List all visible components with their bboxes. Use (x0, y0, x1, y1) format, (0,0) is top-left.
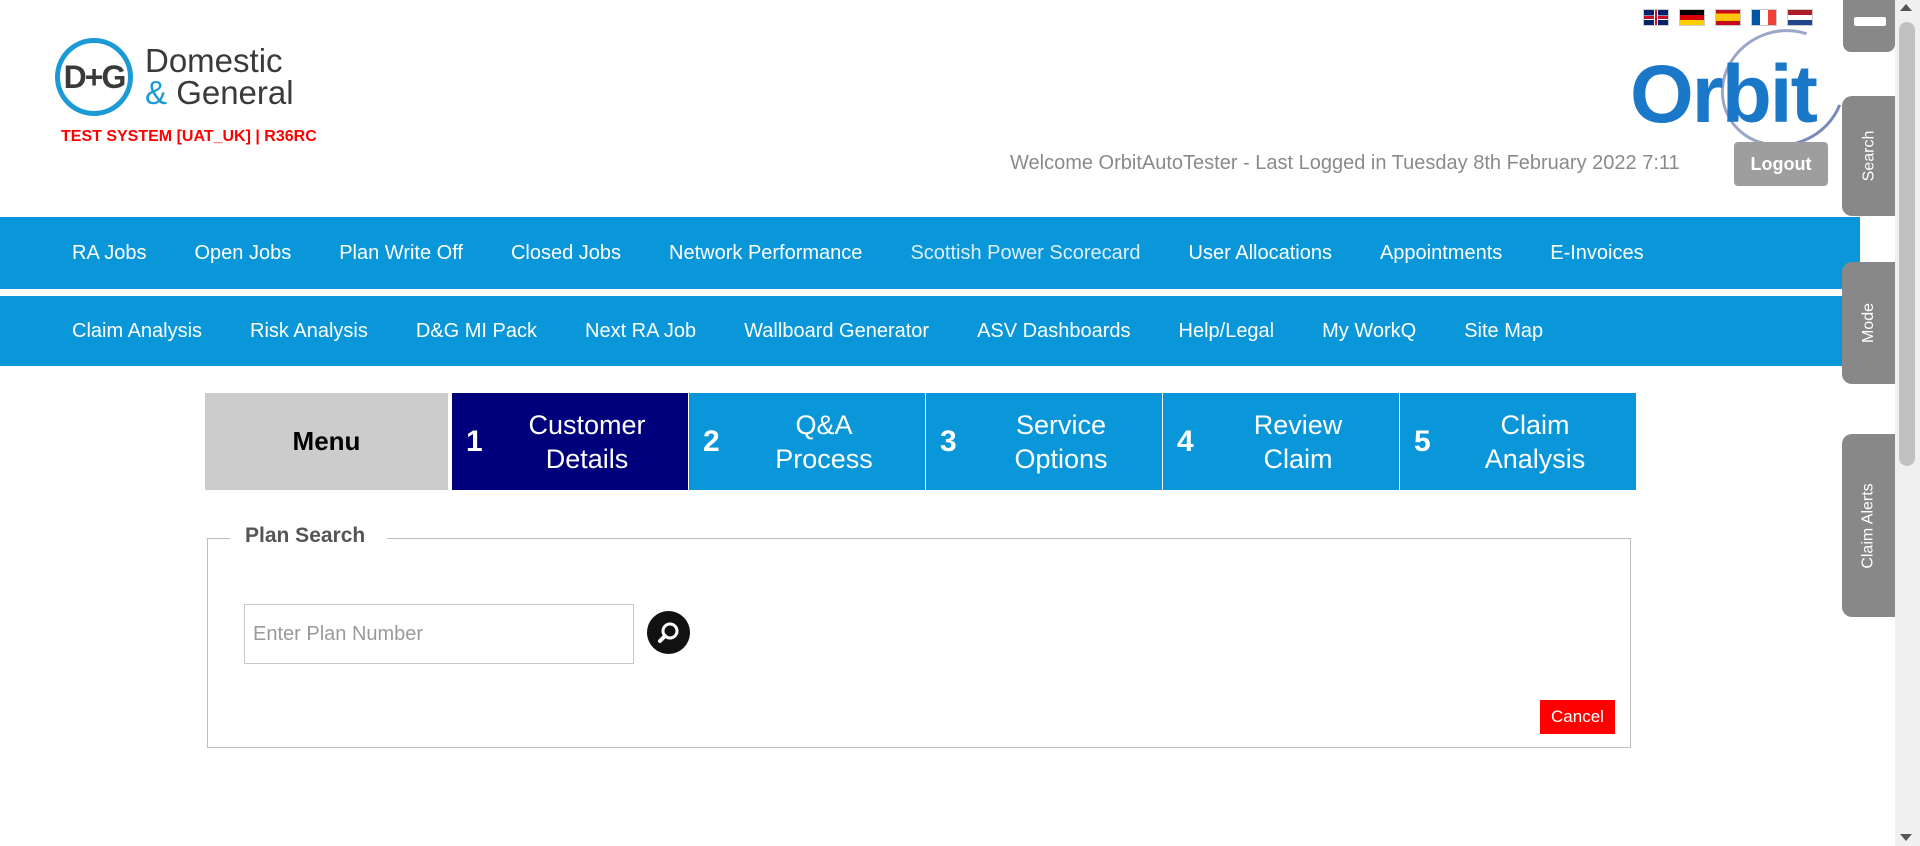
scroll-up-icon[interactable] (1900, 4, 1912, 11)
step-label: Service Options (980, 408, 1162, 476)
dg-logo-text: Domestic & General (145, 42, 294, 111)
side-tab-label: Mode (1860, 302, 1877, 344)
flag-uk-icon[interactable] (1643, 9, 1669, 26)
step-label: Customer Details (506, 408, 688, 476)
logout-button[interactable]: Logout (1734, 142, 1828, 186)
scroll-down-icon[interactable] (1900, 834, 1912, 841)
side-tab-label: Search (1859, 130, 1877, 182)
step-number: 2 (703, 424, 720, 458)
step-number: 5 (1414, 424, 1431, 458)
language-flags (1643, 9, 1813, 26)
step-label: Q&A Process (743, 408, 925, 476)
nav-user-allocations[interactable]: User Allocations (1189, 242, 1332, 265)
step-label-line2: Details (545, 443, 629, 474)
flag-es-icon[interactable] (1715, 9, 1741, 26)
nav-ra-jobs[interactable]: RA Jobs (72, 242, 146, 265)
side-panel-toggle[interactable] (1843, 0, 1895, 52)
step-number: 4 (1177, 424, 1194, 458)
step-label-line2: Claim (1263, 443, 1333, 474)
step-label: Review Claim (1217, 408, 1399, 476)
nav-my-workq[interactable]: My WorkQ (1322, 320, 1416, 343)
logo-line-2-text: General (176, 74, 294, 111)
step-label-line2: Options (1014, 443, 1108, 474)
nav-asv-dashboards[interactable]: ASV Dashboards (977, 320, 1130, 343)
step-number: 1 (466, 424, 483, 458)
wizard-steps: Menu 1 Customer Details 2 Q&A Process 3 Se… (205, 393, 1637, 490)
minimize-icon (1854, 17, 1886, 26)
nav-e-invoices[interactable]: E-Invoices (1550, 242, 1643, 265)
plan-number-input[interactable] (244, 604, 634, 664)
nav-help-legal[interactable]: Help/Legal (1179, 320, 1275, 343)
step-qa-process[interactable]: 2 Q&A Process (689, 393, 925, 490)
primary-nav: RA Jobs Open Jobs Plan Write Off Closed … (0, 217, 1860, 289)
side-tab-mode[interactable]: Mode (1842, 262, 1896, 384)
step-label: Claim Analysis (1454, 408, 1636, 476)
side-tab-claim-alerts[interactable]: Claim Alerts (1842, 434, 1896, 617)
side-tab-label: Claim Alerts (1860, 482, 1878, 569)
search-icon (657, 622, 678, 643)
step-customer-details[interactable]: 1 Customer Details (452, 393, 688, 490)
nav-open-jobs[interactable]: Open Jobs (194, 242, 291, 265)
flag-fr-icon[interactable] (1751, 9, 1777, 26)
secondary-nav: Claim Analysis Risk Analysis D&G MI Pack… (0, 296, 1860, 366)
step-label-line1: Review (1253, 409, 1343, 440)
logo-line-1: Domestic (145, 42, 283, 79)
menu-button[interactable]: Menu (205, 393, 448, 490)
step-label-line1: Service (1015, 409, 1107, 440)
nav-network-performance[interactable]: Network Performance (669, 242, 862, 265)
dg-logo-mark: D+G (55, 38, 133, 116)
side-tab-search[interactable]: Search (1842, 96, 1896, 216)
step-label-line1: Q&A (795, 409, 853, 440)
nav-closed-jobs[interactable]: Closed Jobs (511, 242, 621, 265)
test-system-label: TEST SYSTEM [UAT_UK] | R36RC (61, 128, 317, 145)
nav-wallboard-generator[interactable]: Wallboard Generator (744, 320, 929, 343)
cancel-button[interactable]: Cancel (1540, 700, 1615, 734)
step-number: 3 (940, 424, 957, 458)
nav-dg-mi-pack[interactable]: D&G MI Pack (416, 320, 537, 343)
nav-risk-analysis[interactable]: Risk Analysis (250, 320, 368, 343)
nav-site-map[interactable]: Site Map (1464, 320, 1543, 343)
step-claim-analysis[interactable]: 5 Claim Analysis (1400, 393, 1636, 490)
plan-search-legend: Plan Search (230, 524, 388, 548)
welcome-message: Welcome OrbitAutoTester - Last Logged in… (1010, 152, 1680, 174)
nav-appointments[interactable]: Appointments (1380, 242, 1502, 265)
nav-claim-analysis[interactable]: Claim Analysis (72, 320, 202, 343)
step-label-line1: Claim (1500, 409, 1570, 440)
flag-nl-icon[interactable] (1787, 9, 1813, 26)
logo-line-2: & General (145, 74, 294, 111)
scrollbar-thumb[interactable] (1899, 22, 1915, 466)
step-review-claim[interactable]: 4 Review Claim (1163, 393, 1399, 490)
logo-amp: & (145, 74, 168, 111)
orbit-logo: Orbit (1630, 49, 1818, 140)
step-label-line1: Customer (528, 409, 646, 440)
nav-scottish-power-scorecard[interactable]: Scottish Power Scorecard (910, 242, 1140, 265)
dg-logo[interactable]: D+G Domestic & General (55, 38, 294, 116)
plan-search-button[interactable] (647, 611, 690, 654)
step-label-line2: Process (775, 443, 873, 474)
flag-de-icon[interactable] (1679, 9, 1705, 26)
nav-next-ra-job[interactable]: Next RA Job (585, 320, 696, 343)
step-service-options[interactable]: 3 Service Options (926, 393, 1162, 490)
step-label-line2: Analysis (1484, 443, 1586, 474)
page-header: D+G Domestic & General TEST SYSTEM [UAT_… (0, 0, 1895, 217)
nav-plan-write-off[interactable]: Plan Write Off (339, 242, 463, 265)
